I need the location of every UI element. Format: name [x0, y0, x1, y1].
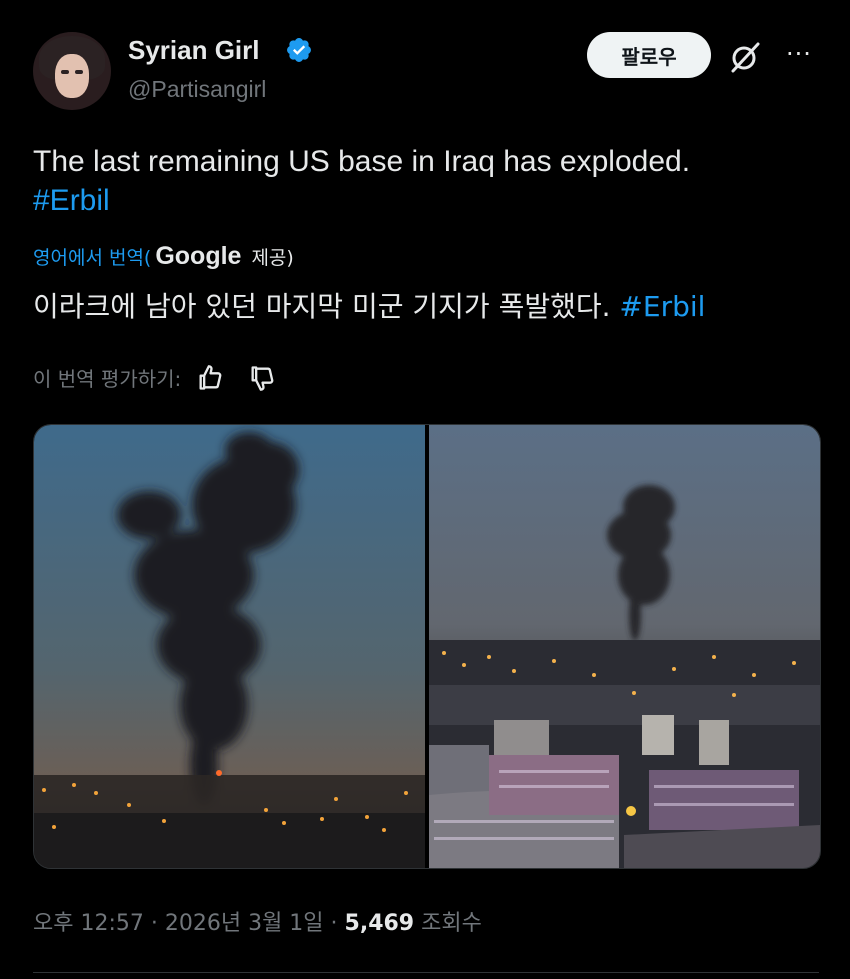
- media-grid: [33, 424, 821, 869]
- translation-link[interactable]: 영어에서 번역(: [33, 243, 151, 270]
- timestamp[interactable]: 오후 12:57 · 2026년 3월 1일 ·: [33, 911, 345, 936]
- view-label: 조회수: [414, 911, 482, 936]
- avatar-eye-right: [75, 70, 83, 74]
- avatar-eye-left: [61, 70, 69, 74]
- author-name[interactable]: Syrian Girl: [128, 35, 260, 66]
- more-icon[interactable]: ···: [786, 40, 812, 68]
- author-handle[interactable]: @Partisangirl: [128, 76, 266, 103]
- photo-1[interactable]: [34, 425, 425, 868]
- post-body: The last remaining US base in Iraq has e…: [33, 145, 691, 178]
- translated-text: 이라크에 남아 있던 마지막 미군 기지가 폭발했다. #Erbil: [33, 285, 705, 325]
- avatar-face: [55, 54, 89, 98]
- view-count: 5,469: [344, 911, 415, 936]
- rate-translation: 이 번역 평가하기:: [33, 363, 277, 392]
- thumbs-down-icon[interactable]: [247, 364, 277, 392]
- post-hashtag[interactable]: #Erbil: [33, 184, 110, 217]
- translated-hashtag[interactable]: #Erbil: [619, 290, 705, 323]
- verified-badge-icon: [287, 38, 311, 62]
- google-logo: Google: [155, 242, 242, 270]
- post-text: The last remaining US base in Iraq has e…: [33, 142, 823, 220]
- translation-source: 영어에서 번역( Google 제공): [33, 242, 294, 271]
- rate-translation-label: 이 번역 평가하기:: [33, 367, 182, 391]
- avatar[interactable]: [33, 32, 111, 110]
- photo-2[interactable]: [429, 425, 820, 868]
- grok-icon[interactable]: [728, 40, 762, 74]
- post-meta: 오후 12:57 · 2026년 3월 1일 · 5,469 조회수: [33, 905, 482, 937]
- translation-provided: 제공): [251, 247, 294, 269]
- thumbs-up-icon[interactable]: [195, 364, 225, 392]
- follow-button[interactable]: 팔로우: [587, 32, 711, 78]
- divider: [33, 972, 819, 973]
- translated-body: 이라크에 남아 있던 마지막 미군 기지가 폭발했다.: [33, 290, 611, 323]
